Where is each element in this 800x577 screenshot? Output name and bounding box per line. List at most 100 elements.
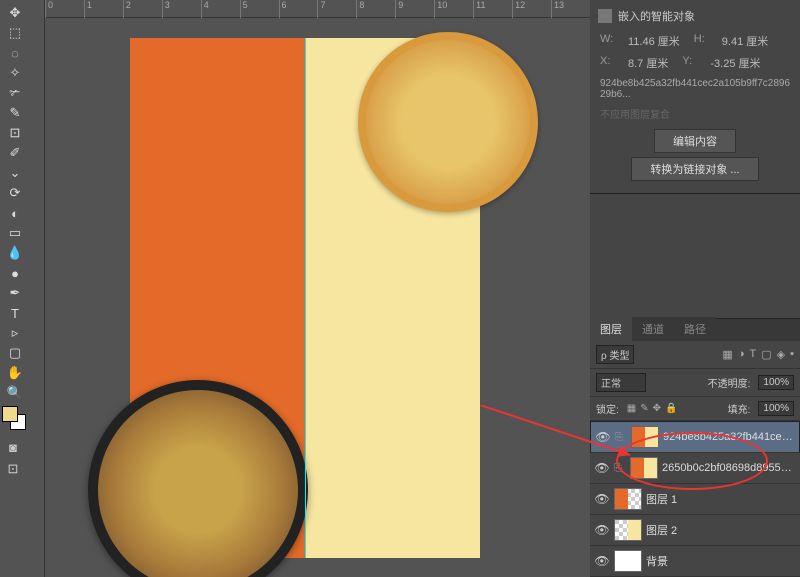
layer-thumbnail[interactable] (631, 426, 659, 448)
stamp-tool[interactable]: ⌄ (4, 164, 26, 182)
layer-name[interactable]: 2650b0c2bf08698d895544a5543ca... (662, 462, 796, 474)
ruler-tick: 2 (123, 0, 162, 18)
filter-kind-select[interactable]: ρ 类型 (596, 345, 634, 364)
filter-shape-icon[interactable]: ▢ (761, 348, 771, 361)
tab-layers[interactable]: 图层 (590, 317, 632, 341)
pen-tool[interactable]: ✒ (4, 284, 26, 302)
layer-thumbnail[interactable] (614, 488, 642, 510)
x-label: X: (600, 55, 614, 71)
color-swatches[interactable] (2, 406, 28, 432)
visibility-toggle[interactable]: 👁 (594, 523, 610, 537)
right-panels: 嵌入的智能对象 W: 11.46 厘米 H: 9.41 厘米 X: 8.7 厘米… (590, 0, 800, 577)
panel-gap (590, 194, 800, 318)
eyedropper-tool[interactable]: ✎ (4, 104, 26, 122)
ruler-tick: 3 (162, 0, 201, 18)
screen-mode-toggle[interactable]: ⊡ (2, 460, 24, 478)
width-label: W: (600, 33, 614, 49)
quick-mask-toggle[interactable]: ◙ (2, 438, 24, 456)
filter-toggle-icon[interactable]: ▪ (790, 348, 794, 361)
ruler-tick: 6 (279, 0, 318, 18)
eraser-tool[interactable]: ◐ (4, 204, 26, 222)
zoom-tool[interactable]: 🔍 (4, 384, 26, 402)
healing-tool[interactable]: ⊡ (4, 124, 26, 142)
ruler-tick: 4 (201, 0, 240, 18)
visibility-toggle[interactable]: 👁 (595, 430, 611, 444)
properties-title: 嵌入的智能对象 (618, 8, 695, 24)
path-select-tool[interactable]: ▹ (4, 324, 26, 342)
artboard[interactable] (130, 38, 480, 558)
visibility-toggle[interactable]: 👁 (594, 554, 610, 568)
edit-contents-button[interactable]: 编辑内容 (654, 129, 736, 153)
move-tool[interactable]: ✥ (4, 4, 26, 22)
layer-thumbnail[interactable] (614, 519, 642, 541)
dodge-tool[interactable]: ● (4, 264, 26, 282)
layer-thumbnail[interactable] (630, 457, 658, 479)
foreground-color[interactable] (2, 406, 18, 422)
layer-row[interactable]: 👁 背景 (590, 546, 800, 577)
filter-pixel-icon[interactable]: ▦ (722, 348, 732, 361)
ruler-tick: 5 (240, 0, 279, 18)
layers-panel-tabs: 图层 通道 路径 (590, 319, 800, 341)
ruler-tick: 10 (434, 0, 473, 18)
layer-comp-note: 不应用图层复合 (590, 104, 800, 123)
lock-transparency-icon[interactable]: ▦ (627, 403, 636, 414)
source-hash: 924be8b425a32fb441cec2a105b9ff7c289629b6… (590, 74, 800, 104)
blur-tool[interactable]: 💧 (4, 244, 26, 262)
shape-tool[interactable]: ▢ (4, 344, 26, 362)
smart-object-pizza-top[interactable] (358, 32, 538, 212)
height-value[interactable]: 9.41 厘米 (722, 33, 768, 49)
lock-paint-icon[interactable]: ✎ (640, 403, 648, 414)
brush-tool[interactable]: ✐ (4, 144, 26, 162)
opacity-value[interactable]: 100% (758, 375, 794, 390)
layer-name[interactable]: 924be8b425a32fb441cec2a105b9ff... (663, 431, 795, 443)
ruler-tick: 11 (473, 0, 512, 18)
layer-name[interactable]: 图层 1 (646, 491, 796, 507)
layers-panel: 图层 通道 路径 ρ 类型 ▦ ◑ T ▢ ◈ ▪ 正常 不透明度: 100% … (590, 318, 800, 577)
properties-panel: 嵌入的智能对象 W: 11.46 厘米 H: 9.41 厘米 X: 8.7 厘米… (590, 0, 800, 194)
fill-label: 填充: (728, 401, 751, 416)
y-value[interactable]: -3.25 厘米 (710, 55, 760, 71)
ruler-tick: 12 (512, 0, 551, 18)
lasso-tool[interactable]: ◌ (4, 44, 26, 62)
y-label: Y: (682, 55, 696, 71)
gradient-tool[interactable]: ▭ (4, 224, 26, 242)
x-value[interactable]: 8.7 厘米 (628, 55, 668, 71)
crop-tool[interactable]: ✃ (4, 84, 26, 102)
ruler-vertical (30, 0, 45, 577)
convert-to-linked-button[interactable]: 转换为链接对象 ... (631, 157, 758, 181)
hand-tool[interactable]: ✋ (4, 364, 26, 382)
layer-row[interactable]: 👁 图层 2 (590, 515, 800, 546)
filter-smart-icon[interactable]: ◈ (777, 348, 785, 361)
layer-row[interactable]: 👁 ⎘ 2650b0c2bf08698d895544a5543ca... (590, 453, 800, 484)
type-tool[interactable]: T (4, 304, 26, 322)
blend-mode-select[interactable]: 正常 (596, 373, 646, 392)
canvas-area[interactable] (45, 18, 590, 577)
smart-object-icon (598, 9, 612, 23)
fill-value[interactable]: 100% (758, 401, 794, 416)
layer-thumbnail[interactable] (614, 550, 642, 572)
ruler-horizontal: 0 1 2 3 4 5 6 7 8 9 10 11 12 13 (45, 0, 590, 18)
filter-type-icon[interactable]: T (749, 348, 756, 361)
tools-toolbar: ✥ ⬚ ◌ ✧ ✃ ✎ ⊡ ✐ ⌄ ⟳ ◐ ▭ 💧 ● ✒ T ▹ ▢ ✋ 🔍 (0, 0, 30, 404)
lock-label: 锁定: (596, 401, 619, 416)
ruler-tick: 0 (45, 0, 84, 18)
width-value[interactable]: 11.46 厘米 (628, 33, 680, 49)
ruler-tick: 1 (84, 0, 123, 18)
marquee-tool[interactable]: ⬚ (4, 24, 26, 42)
magic-wand-tool[interactable]: ✧ (4, 64, 26, 82)
tab-channels[interactable]: 通道 (632, 317, 674, 341)
link-icon: ⎘ (614, 463, 626, 474)
tab-paths[interactable]: 路径 (674, 317, 716, 341)
vertical-guide[interactable] (305, 38, 306, 558)
filter-adjust-icon[interactable]: ◑ (738, 348, 745, 361)
lock-all-icon[interactable]: 🔒 (665, 403, 677, 414)
visibility-toggle[interactable]: 👁 (594, 461, 610, 475)
lock-position-icon[interactable]: ✥ (653, 403, 661, 414)
ruler-tick: 7 (317, 0, 356, 18)
history-brush-tool[interactable]: ⟳ (4, 184, 26, 202)
layer-row[interactable]: 👁 ⎘ 924be8b425a32fb441cec2a105b9ff... (590, 421, 800, 453)
layer-row[interactable]: 👁 图层 1 (590, 484, 800, 515)
layer-name[interactable]: 图层 2 (646, 522, 796, 538)
visibility-toggle[interactable]: 👁 (594, 492, 610, 506)
layer-name[interactable]: 背景 (646, 553, 796, 569)
